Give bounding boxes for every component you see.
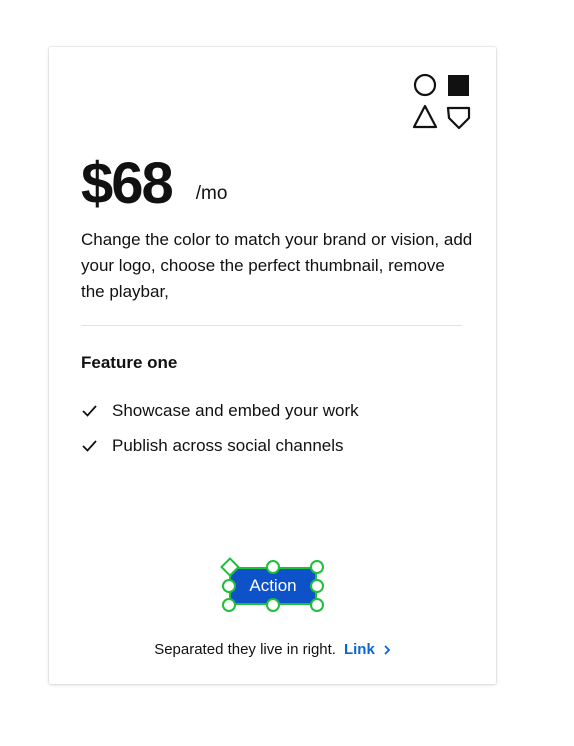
feature-list: Showcase and embed your work Publish acr… (81, 393, 359, 463)
footer-link[interactable]: Link (344, 641, 391, 658)
resize-handle-bottom-right[interactable] (310, 598, 324, 612)
pentagon-icon (446, 106, 471, 130)
resize-handle-top-right[interactable] (310, 560, 324, 574)
check-icon (82, 405, 97, 417)
feature-label: Showcase and embed your work (112, 400, 359, 420)
resize-handle-bottom-middle[interactable] (266, 598, 280, 612)
feature-item: Showcase and embed your work (81, 393, 359, 428)
feature-label: Publish across social channels (112, 435, 344, 455)
plan-description: Change the color to match your brand or … (81, 230, 473, 301)
divider (81, 325, 462, 326)
footer: Separated they live in right. Link (49, 641, 496, 658)
feature-item: Publish across social channels (81, 428, 359, 463)
action-selection: Action (220, 557, 324, 612)
footer-link-label: Link (343, 641, 375, 658)
price-row: $68 /mo (81, 155, 227, 213)
square-icon (448, 75, 469, 96)
resize-handle-middle-left[interactable] (222, 579, 236, 593)
circle-icon (413, 73, 437, 97)
resize-handle-bottom-left[interactable] (222, 598, 236, 612)
footer-text: Separated they live in right. (154, 641, 336, 658)
pricing-card: $68 /mo Change the color to match your b… (49, 47, 496, 684)
price-amount: $68 (81, 151, 174, 216)
triangle-icon (412, 104, 438, 129)
resize-handle-middle-right[interactable] (310, 579, 324, 593)
chevron-right-icon (384, 645, 391, 655)
resize-handle-top-middle[interactable] (266, 560, 280, 574)
price-period: /mo (195, 183, 228, 204)
shapes-logo (412, 73, 471, 130)
check-icon (82, 440, 97, 452)
feature-title: Feature one (81, 353, 178, 372)
